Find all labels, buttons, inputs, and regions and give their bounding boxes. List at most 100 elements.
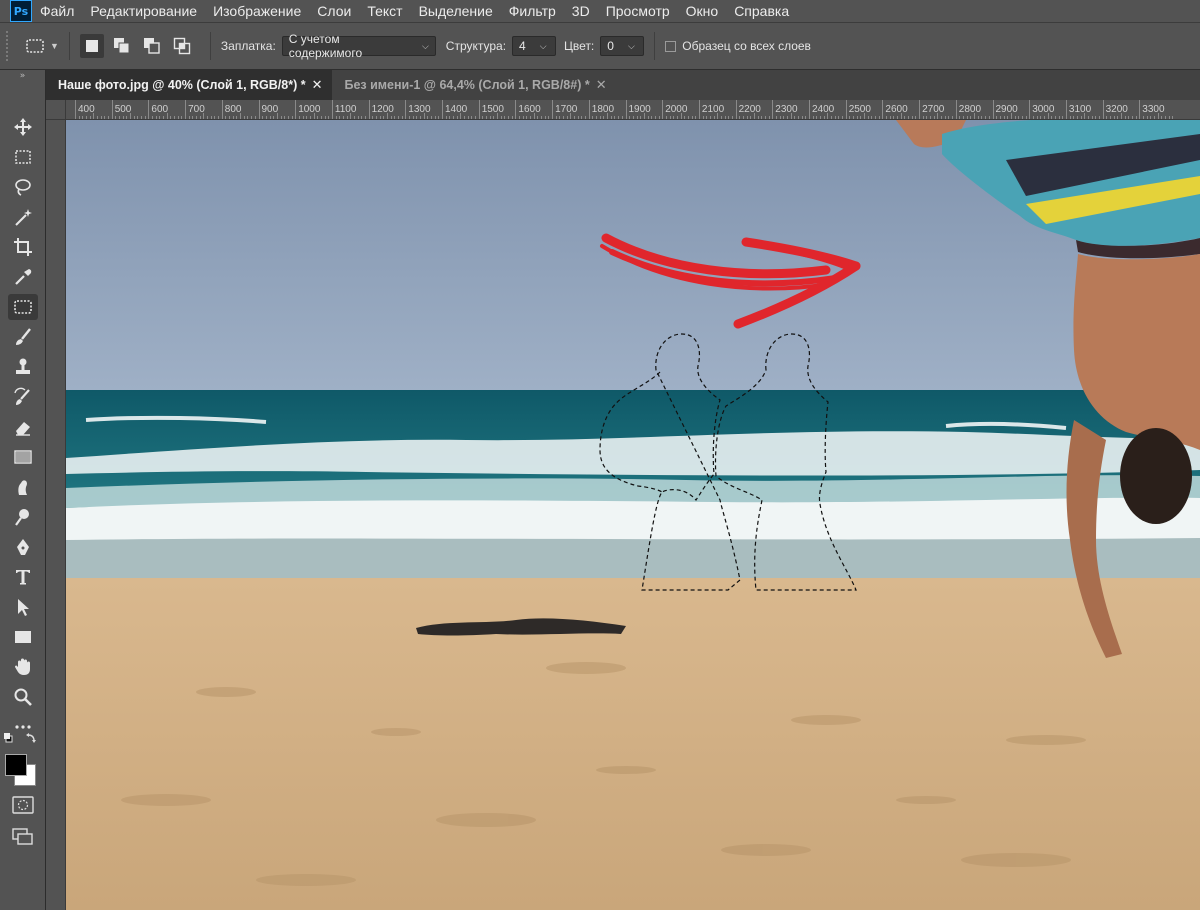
pen-icon bbox=[17, 539, 29, 555]
menu-3d[interactable]: 3D bbox=[572, 3, 590, 19]
ruler-tick-label: 2600 bbox=[885, 104, 908, 115]
zoom-button[interactable] bbox=[8, 684, 38, 710]
ruler-tick bbox=[588, 100, 590, 119]
type-button[interactable] bbox=[8, 564, 38, 590]
ruler-tick-label: 2300 bbox=[775, 104, 798, 115]
ruler-tick bbox=[368, 100, 370, 119]
rectangle-shape-button[interactable] bbox=[8, 624, 38, 650]
ruler-tick-label: 2200 bbox=[738, 104, 761, 115]
move-tool-button[interactable] bbox=[8, 114, 38, 140]
swap-colors-icon[interactable] bbox=[4, 732, 42, 748]
hand-icon bbox=[15, 658, 30, 675]
patch-mode-select[interactable]: С учетом содержимого ⌵ bbox=[281, 32, 436, 60]
ruler-tick-label: 900 bbox=[261, 104, 279, 115]
ruler-tick-label: 2700 bbox=[922, 104, 945, 115]
options-bar-grip[interactable] bbox=[6, 31, 12, 61]
color-field[interactable]: 0 ⌵ bbox=[600, 36, 645, 56]
rectangular-marquee-icon bbox=[15, 150, 31, 164]
menu-window[interactable]: Окно bbox=[686, 3, 719, 19]
ruler-tick-label: 1300 bbox=[408, 104, 431, 115]
ruler-tick-label: 600 bbox=[151, 104, 169, 115]
tool-preset-picker[interactable]: ▼ bbox=[24, 36, 59, 56]
add-to-selection-button[interactable] bbox=[110, 34, 134, 58]
separator bbox=[654, 32, 656, 60]
magic-wand-button[interactable] bbox=[8, 204, 38, 230]
tab-bez-imeni-1[interactable]: Без имени-1 @ 64,4% (Слой 1, RGB/8#) * ✕ bbox=[332, 70, 616, 100]
crop-button[interactable] bbox=[8, 234, 38, 260]
menu-image[interactable]: Изображение bbox=[213, 3, 301, 19]
dodge-button[interactable] bbox=[8, 504, 38, 530]
sample-all-layers-checkbox[interactable] bbox=[665, 40, 677, 52]
document-canvas[interactable] bbox=[66, 120, 1200, 910]
ruler-tick-label: 1100 bbox=[334, 104, 357, 115]
menu-help[interactable]: Справка bbox=[734, 3, 789, 19]
chevron-down-icon: ▼ bbox=[50, 41, 59, 51]
ruler-tick bbox=[772, 100, 774, 119]
lasso-button[interactable] bbox=[8, 174, 38, 200]
ruler-tick bbox=[331, 100, 333, 119]
clone-stamp-button[interactable] bbox=[8, 354, 38, 380]
menu-bar: Ps Файл Редактирование Изображение Слои … bbox=[0, 0, 1200, 22]
new-selection-button[interactable] bbox=[79, 34, 104, 58]
ruler-tick bbox=[992, 100, 994, 119]
screen-mode-icon[interactable] bbox=[12, 828, 34, 846]
structure-field[interactable]: 4 ⌵ bbox=[512, 36, 557, 56]
subtract-selection-icon bbox=[143, 38, 160, 54]
menu-type[interactable]: Текст bbox=[367, 3, 402, 19]
eraser-button[interactable] bbox=[8, 414, 38, 440]
ruler-tick bbox=[698, 100, 700, 119]
chevron-down-icon: ⌵ bbox=[421, 40, 429, 51]
structure-label: Структура: bbox=[445, 39, 507, 53]
quick-mask-icon[interactable] bbox=[12, 796, 34, 814]
ruler-tick-label: 2000 bbox=[665, 104, 688, 115]
rectangular-marquee-button[interactable] bbox=[8, 144, 38, 170]
ruler-tick-label: 2400 bbox=[812, 104, 835, 115]
path-selection-button[interactable] bbox=[8, 594, 38, 620]
ruler-tick bbox=[955, 100, 957, 119]
eraser-icon bbox=[16, 422, 30, 436]
menu-edit[interactable]: Редактирование bbox=[90, 3, 197, 19]
ruler-tick bbox=[1102, 100, 1104, 119]
close-icon[interactable]: ✕ bbox=[596, 77, 607, 93]
menu-file[interactable]: Файл bbox=[40, 3, 74, 19]
brush-button[interactable] bbox=[8, 324, 38, 350]
menu-select[interactable]: Выделение bbox=[419, 3, 493, 19]
sample-all-layers-label: Образец со всех слоев bbox=[682, 39, 811, 53]
move-tool-icon bbox=[14, 118, 32, 136]
ruler-tick-label: 3100 bbox=[1068, 104, 1092, 115]
pen-button[interactable] bbox=[8, 534, 38, 560]
ruler-tick bbox=[295, 100, 297, 119]
intersect-selection-button[interactable] bbox=[170, 34, 194, 58]
ruler-tick bbox=[442, 100, 443, 119]
patch-tool-button[interactable] bbox=[8, 294, 38, 320]
eyedropper-button[interactable] bbox=[8, 264, 38, 290]
close-icon[interactable]: ✕ bbox=[312, 77, 323, 93]
magic-wand-icon bbox=[15, 209, 32, 226]
gradient-button[interactable] bbox=[8, 444, 38, 470]
history-brush-button[interactable] bbox=[8, 384, 38, 410]
ruler-tick bbox=[662, 100, 664, 119]
ruler-tick bbox=[1065, 100, 1067, 119]
vertical-ruler[interactable] bbox=[46, 120, 66, 910]
photoshop-logo: Ps bbox=[10, 0, 32, 22]
tools-panel: » bbox=[0, 70, 46, 910]
tab-nashe-foto[interactable]: Наше фото.jpg @ 40% (Слой 1, RGB/8*) * ✕ bbox=[46, 70, 333, 100]
ruler-origin[interactable] bbox=[46, 100, 66, 120]
menu-view[interactable]: Просмотр bbox=[606, 3, 670, 19]
horizontal-ruler[interactable]: 400 500 600 700 800 900 1000 1100 1200 1300 1400 15… bbox=[66, 100, 1200, 120]
foreground-color-swatch[interactable] bbox=[5, 754, 27, 776]
menu-filter[interactable]: Фильтр bbox=[509, 3, 556, 19]
ruler-tick-label: 2100 bbox=[701, 104, 725, 115]
structure-value: 4 bbox=[519, 39, 526, 53]
menu-layers[interactable]: Слои bbox=[317, 3, 351, 19]
smudge-button[interactable] bbox=[8, 474, 38, 500]
ruler-tick bbox=[111, 100, 113, 119]
clone-stamp-icon bbox=[16, 358, 30, 374]
hand-button[interactable] bbox=[8, 654, 38, 680]
collapse-panel-icon[interactable]: » bbox=[0, 70, 45, 86]
subtract-from-selection-button[interactable] bbox=[140, 34, 164, 58]
ruler-tick bbox=[258, 100, 260, 119]
brush-icon bbox=[16, 328, 31, 345]
ruler-tick-label: 3000 bbox=[1032, 104, 1055, 115]
path-selection-icon bbox=[18, 599, 29, 616]
